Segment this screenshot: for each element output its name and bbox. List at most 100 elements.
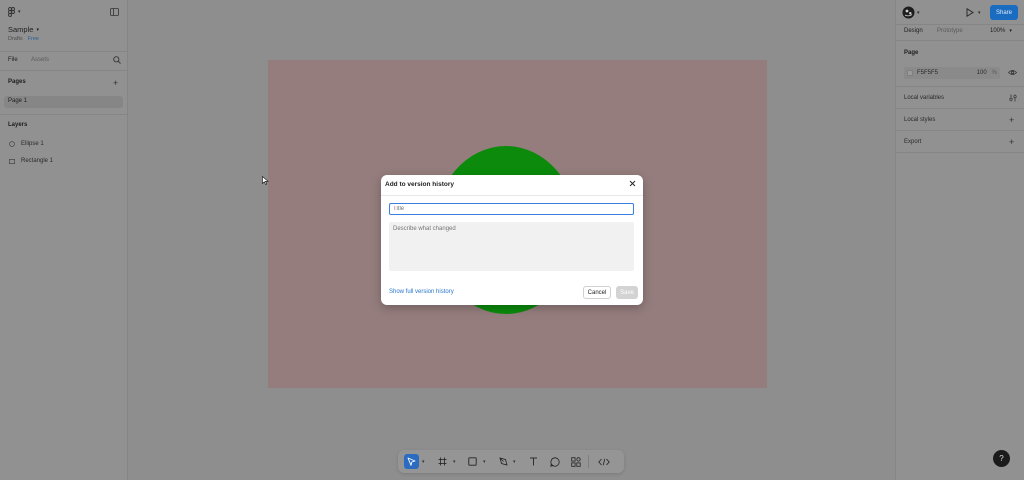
share-button[interactable]: Share [990,5,1018,20]
save-button-label: Save [620,289,634,296]
eye-icon [1008,70,1017,75]
file-name-label: Sample [8,25,34,34]
tab-assets-label: Assets [31,57,50,63]
open-variables-button[interactable] [1009,94,1017,102]
plan-badge[interactable]: Free [28,36,39,42]
section-label: Local styles [904,117,936,123]
page-section-label: Page [904,50,919,56]
help-icon: ? [999,454,1004,463]
bottom-toolbar: ▾ ▾ ▾ ▾ [398,450,624,473]
local-styles-section[interactable]: Local styles [904,117,935,123]
divider [0,114,128,115]
ellipse-icon [9,141,15,147]
cursor-icon [262,176,269,185]
divider [896,40,1024,41]
chevron-down-icon: ▾ [978,9,981,16]
chevron-down-icon[interactable]: ▾ [453,459,456,465]
avatar [902,6,915,19]
add-page-button[interactable]: + [113,78,118,88]
export-section[interactable]: Export [904,139,921,145]
divider [0,51,128,52]
search-button[interactable] [113,56,121,64]
actions-icon [570,456,581,467]
page-item-page-1[interactable]: Page 1 [8,98,27,104]
add-export-button[interactable]: + [1009,137,1014,147]
present-button[interactable]: ▾ [966,8,981,17]
visibility-toggle[interactable] [1008,69,1017,76]
version-title-input[interactable] [389,203,634,215]
file-name[interactable]: Sample ▾ [8,25,39,34]
plus-icon: + [1009,115,1015,125]
chevron-down-icon[interactable]: ▾ [422,459,425,465]
location-label: Drafts [8,36,23,42]
page-color-hex[interactable]: F5F5F5 [917,70,938,76]
rectangle-icon [468,457,477,466]
tab-file-label: File [8,57,18,63]
divider [896,152,1024,153]
zoom-dropdown[interactable]: 100% ▾ [990,28,1012,34]
layer-label: Ellipse 1 [21,141,44,147]
sidebar-icon [110,8,119,16]
layers-header: Layers [8,122,27,128]
layers-header-label: Layers [8,122,28,128]
chevron-down-icon: ▾ [1009,28,1012,34]
section-label: Export [904,139,922,145]
toggle-sidebar-button[interactable] [110,8,119,16]
layer-label: Rectangle 1 [21,158,54,164]
file-location: Drafts Free [8,36,39,42]
section-label: Local variables [904,95,945,101]
actions-tool-button[interactable] [568,454,583,469]
frame-icon [438,457,447,466]
figma-logo-icon [8,7,15,17]
dialog-title: Add to version history [385,181,454,188]
color-swatch[interactable] [907,70,913,76]
close-button[interactable] [627,180,637,190]
main-menu-button[interactable]: ▾ [8,7,21,17]
comment-icon [549,456,560,467]
rectangle-icon [9,158,15,164]
page-opacity-value[interactable]: 100 [977,70,987,76]
show-full-version-history-link[interactable]: Show full version history [389,289,454,295]
chevron-down-icon: ▾ [917,9,920,16]
cancel-button[interactable]: Cancel [583,286,611,299]
chevron-down-icon[interactable]: ▾ [513,459,516,465]
move-tool-button[interactable] [404,454,419,469]
layer-item-ellipse[interactable]: Ellipse 1 [9,141,44,147]
page-section-header: Page [904,50,918,56]
pen-icon [499,457,508,466]
version-description-input[interactable] [389,222,634,271]
layer-item-rectangle[interactable]: Rectangle 1 [9,158,53,164]
add-style-button[interactable]: + [1009,115,1014,125]
dev-mode-toggle[interactable] [595,454,613,469]
code-icon [598,458,610,465]
tab-prototype[interactable]: Prototype [937,28,963,34]
user-avatar-button[interactable]: ▾ [902,6,920,19]
pen-tool-button[interactable] [496,454,511,469]
page-item-label: Page 1 [8,98,28,104]
plus-icon: + [1009,137,1015,147]
right-panel: ▾ ▾ Design Prototype 100% ▾ Page F5F5F5 … [895,0,1024,480]
move-icon [407,457,416,466]
comment-tool-button[interactable] [547,454,562,469]
tab-design-label: Design [904,28,923,34]
left-panel: ▾ Sample ▾ Drafts Free File Assets Pages… [0,0,128,480]
divider [896,108,1024,109]
divider [381,195,643,196]
text-icon [530,457,537,466]
pages-header-label: Pages [8,79,26,85]
close-icon [629,180,635,187]
chevron-down-icon: ▾ [36,26,39,33]
page-color-field[interactable]: F5F5F5 100 % [904,67,1000,79]
divider [896,86,1024,87]
save-button[interactable]: Save [616,286,638,299]
chevron-down-icon[interactable]: ▾ [483,459,486,465]
local-variables-section[interactable]: Local variables [904,95,944,101]
tab-file[interactable]: File [8,57,18,63]
help-button[interactable]: ? [993,450,1010,467]
tab-assets[interactable]: Assets [31,57,49,63]
shape-tool-button[interactable] [465,454,480,469]
zoom-value: 100% [990,28,1006,34]
text-tool-button[interactable] [526,454,541,469]
tab-design[interactable]: Design [904,28,923,34]
frame-tool-button[interactable] [435,454,450,469]
